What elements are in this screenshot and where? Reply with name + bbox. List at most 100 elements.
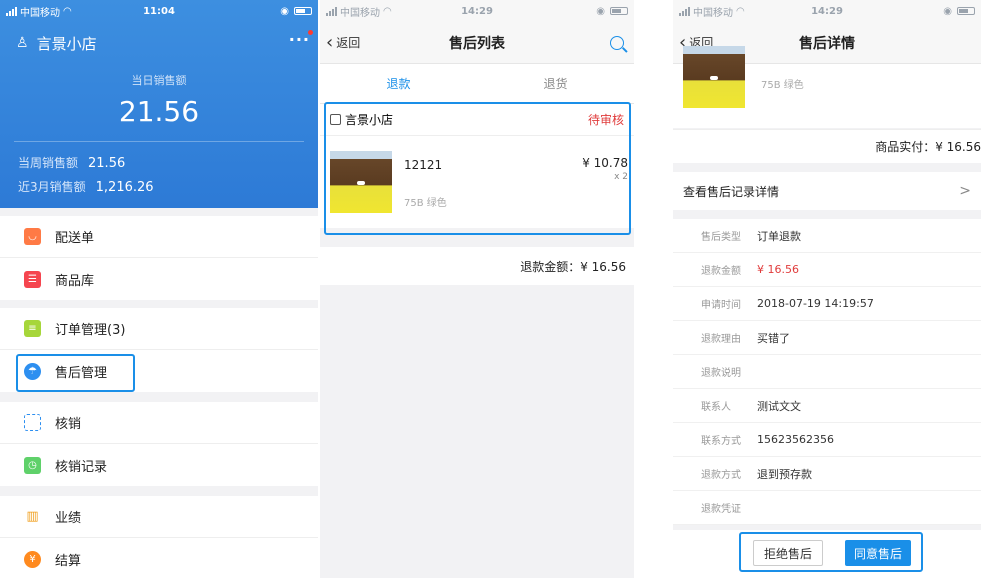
product-image (683, 46, 745, 108)
after-sales-record-link[interactable]: 查看售后记录详情 > (673, 172, 981, 210)
detail-row-amount: 退款金额 ¥ 16.56 (673, 253, 981, 287)
highlight-box (324, 102, 631, 235)
page-title: 售后详情 (799, 35, 855, 52)
detail-value: 退到预存款 (757, 467, 812, 481)
yen-icon: ¥ (24, 550, 41, 568)
menu-label: 配送单 (55, 231, 95, 246)
detail-key: 联系方式 (701, 436, 741, 447)
detail-key: 退款凭证 (701, 504, 741, 515)
detail-row-type: 售后类型 订单退款 (673, 219, 981, 253)
battery-icon (957, 7, 975, 15)
menu-group-verify: 核销 ◷ 核销记录 (0, 402, 318, 486)
database-icon: ☰ (24, 270, 41, 288)
menu-item-delivery[interactable]: ◡ 配送单 (0, 216, 318, 258)
detail-key: 退款金额 (701, 266, 741, 277)
document-icon: ≡ (24, 320, 41, 337)
divider (14, 141, 304, 142)
after-sales-list-screen: 中国移动 ◠ 14:29 ◉ ‹ 返回 售后列表 退款 退货 言景小店 待审核 … (320, 0, 634, 578)
today-sales-label: 当日销售额 (131, 74, 187, 87)
detail-row-reason: 退款理由 买错了 (673, 321, 981, 355)
menu-item-products[interactable]: ☰ 商品库 (0, 258, 318, 300)
status-bar: 中国移动 ◠ 14:29 ◉ (673, 0, 981, 22)
tab-refund[interactable]: 退款 (320, 64, 477, 103)
paid-amount: 商品实付：¥ 16.56 (673, 129, 981, 163)
menu-label: 结算 (55, 553, 82, 569)
week-sales-value: 21.56 (88, 156, 126, 171)
page-title: 售后列表 (449, 35, 505, 52)
detail-row-proof: 退款凭证 (673, 491, 981, 525)
tab-return[interactable]: 退货 (477, 64, 634, 103)
detail-row-description: 退款说明 (673, 355, 981, 389)
battery-icon (610, 7, 628, 15)
menu-group-finance: ▥ 业绩 ¥ 结算 (0, 496, 318, 578)
menu-label: 核销记录 (55, 459, 108, 475)
screenshot-canvas: 中国移动 ◠ 11:04 ◉ ♙ 言景小店 ··· 当日销售额 21.56 当周… (0, 0, 981, 578)
location-icon: ◉ (280, 5, 289, 17)
clock-icon: ◷ (24, 456, 41, 474)
menu-item-performance[interactable]: ▥ 业绩 (0, 496, 318, 538)
detail-value: 订单退款 (757, 229, 801, 243)
clock: 14:29 (461, 5, 493, 17)
bar-chart-icon: ▥ (24, 508, 41, 525)
location-icon: ◉ (943, 5, 952, 17)
detail-key: 退款方式 (701, 470, 741, 481)
detail-key: 申请时间 (701, 300, 741, 311)
after-sales-detail-screen: 中国移动 ◠ 14:29 ◉ ‹ 返回 售后详情 75B 绿色 商品实付：¥ 1… (673, 0, 981, 578)
tab-bar: 退款 退货 (320, 64, 634, 104)
status-bar: 中国移动 ◠ 14:29 ◉ (320, 0, 634, 22)
detail-key: 联系人 (701, 402, 731, 413)
menu-label: 核销 (55, 417, 82, 432)
detail-row-phone: 联系方式 15623562356 (673, 423, 981, 457)
shop-name: 言景小店 (36, 34, 97, 53)
highlight-box (739, 532, 923, 572)
three-month-sales-value: 1,216.26 (95, 180, 154, 195)
clock: 11:04 (143, 5, 175, 17)
location-icon: ◉ (596, 5, 605, 17)
refund-amount: 退款金额：¥ 16.56 (320, 247, 634, 285)
three-month-sales-label: 近3月销售额 (18, 180, 86, 194)
back-label: 返回 (336, 36, 361, 50)
detail-key: 退款说明 (701, 368, 741, 379)
detail-key: 退款理由 (701, 334, 741, 345)
today-sales-value: 21.56 (118, 95, 200, 128)
detail-value: 15623562356 (757, 433, 834, 446)
menu-item-verify-records[interactable]: ◷ 核销记录 (0, 444, 318, 486)
detail-key: 售后类型 (701, 232, 741, 243)
menu-item-verify[interactable]: 核销 (0, 402, 318, 444)
record-link-label: 查看售后记录详情 (683, 184, 780, 199)
menu-item-settlement[interactable]: ¥ 结算 (0, 538, 318, 578)
status-bar: 中国移动 ◠ 11:04 ◉ (0, 0, 318, 22)
store-home-screen: 中国移动 ◠ 11:04 ◉ ♙ 言景小店 ··· 当日销售额 21.56 当周… (0, 0, 318, 578)
menu-item-orders[interactable]: ≡ 订单管理(3) (0, 308, 318, 350)
detail-value: 2018-07-19 14:19:57 (757, 297, 874, 310)
back-button[interactable]: ‹ 返回 (326, 31, 361, 53)
menu-group-delivery: ◡ 配送单 ☰ 商品库 (0, 216, 318, 300)
sales-header: 中国移动 ◠ 11:04 ◉ ♙ 言景小店 ··· 当日销售额 21.56 当周… (0, 0, 318, 208)
menu-label: 订单管理(3) (55, 323, 126, 338)
clock: 14:29 (811, 5, 843, 17)
detail-list: 售后类型 订单退款 退款金额 ¥ 16.56 申请时间 2018-07-19 14:1… (673, 219, 981, 525)
battery-icon (294, 7, 312, 15)
box-icon: ◡ (24, 228, 41, 245)
chevron-left-icon: ‹ (326, 31, 334, 53)
detail-row-contact: 联系人 测试文文 (673, 389, 981, 423)
detail-row-time: 申请时间 2018-07-19 14:19:57 (673, 287, 981, 321)
detail-value: 测试文文 (757, 399, 801, 413)
more-icon[interactable]: ··· (289, 30, 314, 49)
product-spec: 75B 绿色 (761, 80, 804, 91)
user-icon: ♙ (16, 35, 29, 51)
scan-icon (24, 414, 41, 431)
highlight-box (16, 354, 135, 392)
detail-value: ¥ 16.56 (757, 263, 799, 276)
week-sales-label: 当周销售额 (18, 156, 79, 170)
chevron-right-icon: > (959, 183, 971, 199)
menu-label: 商品库 (55, 273, 95, 289)
detail-row-method: 退款方式 退到预存款 (673, 457, 981, 491)
week-sales: 当周销售额 21.56 (18, 154, 125, 171)
menu-label: 业绩 (55, 511, 82, 526)
shop-header[interactable]: ♙ 言景小店 (16, 32, 304, 54)
nav-bar: ‹ 返回 售后列表 (320, 22, 634, 64)
search-icon[interactable] (610, 35, 624, 50)
product-card: 75B 绿色 (673, 46, 981, 128)
three-month-sales: 近3月销售额 1,216.26 (18, 178, 154, 195)
